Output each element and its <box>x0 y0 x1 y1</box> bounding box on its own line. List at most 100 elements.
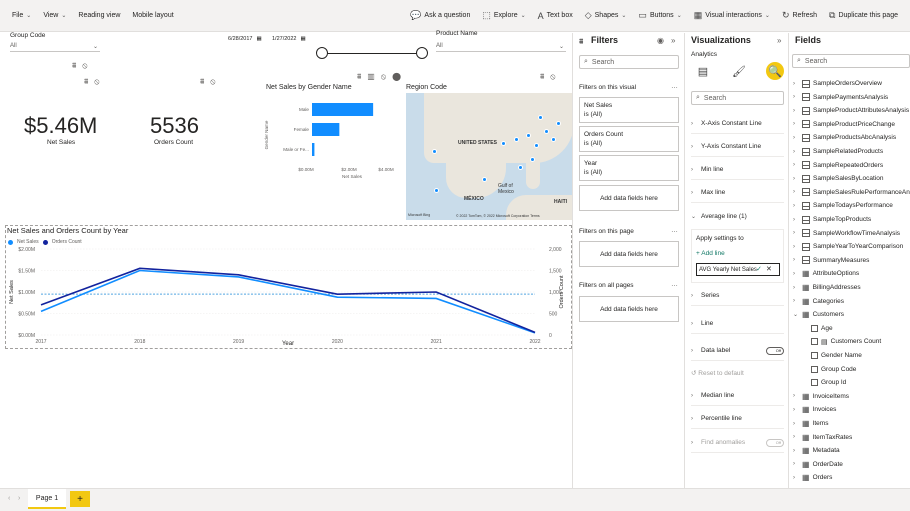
filter-card-orders-count[interactable]: Orders Count is (All) <box>579 126 679 152</box>
ribbon-explore-button[interactable]: ⬚ Explore ⌄ <box>476 6 531 26</box>
table-sampleworkflowtimeanalysis[interactable]: › SampleWorkflowTimeAnalysis <box>793 227 900 240</box>
ribbon-shapes-button[interactable]: ◇ Shapes ⌄ <box>579 6 633 26</box>
checkbox-icon[interactable] <box>811 352 818 359</box>
chevron-right-icon[interactable]: › <box>793 135 799 141</box>
map-point[interactable] <box>518 165 523 170</box>
no-filter-icon[interactable]: ⦸ <box>550 72 555 82</box>
chevron-right-icon[interactable]: › <box>793 244 799 250</box>
ribbon-duplicate-this-page-button[interactable]: ⧉ Duplicate this page <box>823 6 904 26</box>
chart-type-icon[interactable]: ▥ <box>367 72 375 82</box>
chevron-right-icon[interactable]: › <box>793 461 799 467</box>
ribbon-text-box-button[interactable]: A Text box <box>532 6 579 26</box>
table-sampleproductattributesanalysis[interactable]: › SampleProductAttributesAnalysis <box>793 104 909 117</box>
no-filter-icon[interactable]: ⦸ <box>381 72 386 82</box>
table-sampleyeartoyearcomparison[interactable]: › SampleYearToYearComparison <box>793 240 903 253</box>
data-label-section[interactable]: › Data label Off <box>691 341 784 361</box>
median-line-section[interactable]: › Median line <box>691 386 784 406</box>
table-billingaddresses[interactable]: › ▦ BillingAddresses <box>793 281 861 294</box>
date-slider-start-handle[interactable] <box>316 47 328 59</box>
more-options-icon[interactable]: … <box>671 83 678 90</box>
ribbon-refresh-button[interactable]: ↻ Refresh <box>776 6 823 26</box>
chevron-right-icon[interactable]: › <box>793 121 799 127</box>
chevron-right-icon[interactable]: › <box>793 298 799 304</box>
average-line-section[interactable]: ⌄ Average line (1) <box>691 206 784 226</box>
chevron-right-icon[interactable]: › <box>793 421 799 427</box>
ribbon-visual-interactions-button[interactable]: ▦ Visual interactions ⌄ <box>688 6 776 26</box>
group-code-dropdown[interactable]: All ⌄ <box>10 41 100 52</box>
more-options-icon[interactable]: … <box>671 281 678 288</box>
map-point[interactable] <box>530 157 535 162</box>
chevron-right-icon[interactable]: › <box>793 189 799 195</box>
chevron-right-icon[interactable]: › <box>793 434 799 440</box>
checkbox-icon[interactable] <box>811 338 818 346</box>
chevron-right-icon[interactable]: › <box>793 285 799 291</box>
no-filter-icon[interactable]: ⦸ <box>82 61 87 71</box>
x-axis-constant-line-section[interactable]: › X-Axis Constant Line <box>691 114 784 134</box>
checkbox-icon[interactable] <box>811 365 818 373</box>
y-axis-constant-line-section[interactable]: › Y-Axis Constant Line <box>691 137 784 157</box>
map-copyright[interactable]: © 2022 TomTom, © 2022 Microsoft Corporat… <box>456 214 540 218</box>
build-visual-icon[interactable]: ▤ <box>694 62 712 80</box>
table-itemtaxrates[interactable]: › ▦ ItemTaxRates <box>793 431 852 444</box>
table-categories[interactable]: › ▦ Categories <box>793 295 844 308</box>
chevron-right-icon[interactable]: › <box>793 149 799 155</box>
table-metadata[interactable]: › ▦ Metadata <box>793 444 840 457</box>
field-customers-count[interactable]: ▤ Customers Count <box>811 335 881 348</box>
table-invoices[interactable]: › ▦ Invoices <box>793 403 836 416</box>
no-filter-icon[interactable]: ⦸ <box>94 77 99 87</box>
table-samplerelatedproducts[interactable]: › SampleRelatedProducts <box>793 145 883 158</box>
field-gender-name[interactable]: Gender Name <box>811 349 862 362</box>
chevron-right-icon[interactable]: › <box>793 448 799 454</box>
map-point[interactable] <box>434 188 439 193</box>
add-line-button[interactable]: + Add line <box>696 250 725 257</box>
ribbon-file-button[interactable]: File ⌄ <box>6 6 37 26</box>
collapse-pane-icon[interactable]: » <box>671 36 675 45</box>
chevron-right-icon[interactable]: › <box>793 271 799 277</box>
line-chart-net-sales-orders-by-year[interactable]: $0.00M 0$0.50M 500$1.00M 1,000$1.50M 1,500$2… <box>5 245 572 348</box>
filter-icon[interactable]: ⩩ <box>200 77 204 87</box>
chevron-right-icon[interactable]: › <box>793 217 799 223</box>
date-range-start[interactable]: 6/28/2017 ▦ <box>228 34 262 44</box>
more-options-icon[interactable]: … <box>671 227 678 234</box>
checkbox-icon[interactable] <box>811 324 818 332</box>
table-orderdate[interactable]: › ▦ OrderDate <box>793 458 843 471</box>
table-sampleproductpricechange[interactable]: › SampleProductPriceChange <box>793 118 895 131</box>
fields-search-input[interactable]: ⌕ Search <box>792 54 910 68</box>
map-point[interactable] <box>556 121 561 126</box>
bar-chart-net-sales-by-gender[interactable]: Male Female Male or Fe... $0.00M $2.00M $4.00… <box>258 95 404 187</box>
next-page-icon[interactable]: › <box>18 495 20 502</box>
table-sampletopproducts[interactable]: › SampleTopProducts <box>793 213 871 226</box>
find-anomalies-toggle[interactable]: Off <box>766 438 784 447</box>
reset-to-default-button[interactable]: ↺ Reset to default <box>691 369 744 377</box>
page-tab-1[interactable]: Page 1 <box>28 489 66 509</box>
field-group-id[interactable]: Group Id <box>811 376 846 389</box>
ribbon-ask-a-question-button[interactable]: 💬 Ask a question <box>404 6 476 26</box>
table-customers[interactable]: ⌄ ▦ Customers <box>793 308 844 321</box>
map-point[interactable] <box>534 143 539 148</box>
ribbon-view-button[interactable]: View ⌄ <box>37 6 72 26</box>
map-point[interactable] <box>526 133 531 138</box>
table-sampleproductsabcanalysis[interactable]: › SampleProductsAbcAnalysis <box>793 131 896 144</box>
filter-icon[interactable]: ⩩ <box>357 72 361 82</box>
checkmark-icon[interactable]: ✓ <box>756 265 762 273</box>
table-samplerepeatedorders[interactable]: › SampleRepeatedOrders <box>793 159 883 172</box>
map-point[interactable] <box>514 137 519 142</box>
field-group-code[interactable]: Group Code <box>811 363 856 376</box>
chevron-right-icon[interactable]: › <box>793 81 799 87</box>
chevron-down-icon[interactable]: ⌄ <box>793 311 799 318</box>
table-invoiceitems[interactable]: › ▦ InvoiceItems <box>793 390 849 403</box>
chevron-right-icon[interactable]: › <box>793 393 799 399</box>
filters-search-input[interactable]: ⌕ Search <box>579 55 679 69</box>
ribbon-buttons-button[interactable]: ▭ Buttons ⌄ <box>632 6 687 26</box>
map-point[interactable] <box>501 141 506 146</box>
table-samplesalesbylocation[interactable]: › SampleSalesByLocation <box>793 172 883 185</box>
filter-icon[interactable]: ⩩ <box>84 77 88 87</box>
filter-icon[interactable]: ⩩ <box>540 72 544 82</box>
table-items[interactable]: › ▦ Items <box>793 417 828 430</box>
min-line-section[interactable]: › Min line <box>691 160 784 180</box>
close-icon[interactable]: ✕ <box>766 265 772 273</box>
percentile-line-section[interactable]: › Percentile line <box>691 409 784 429</box>
chevron-right-icon[interactable]: › <box>793 94 799 100</box>
date-range-end[interactable]: 1/27/2022 ▦ <box>272 34 306 44</box>
series-section[interactable]: › Series <box>691 286 784 306</box>
